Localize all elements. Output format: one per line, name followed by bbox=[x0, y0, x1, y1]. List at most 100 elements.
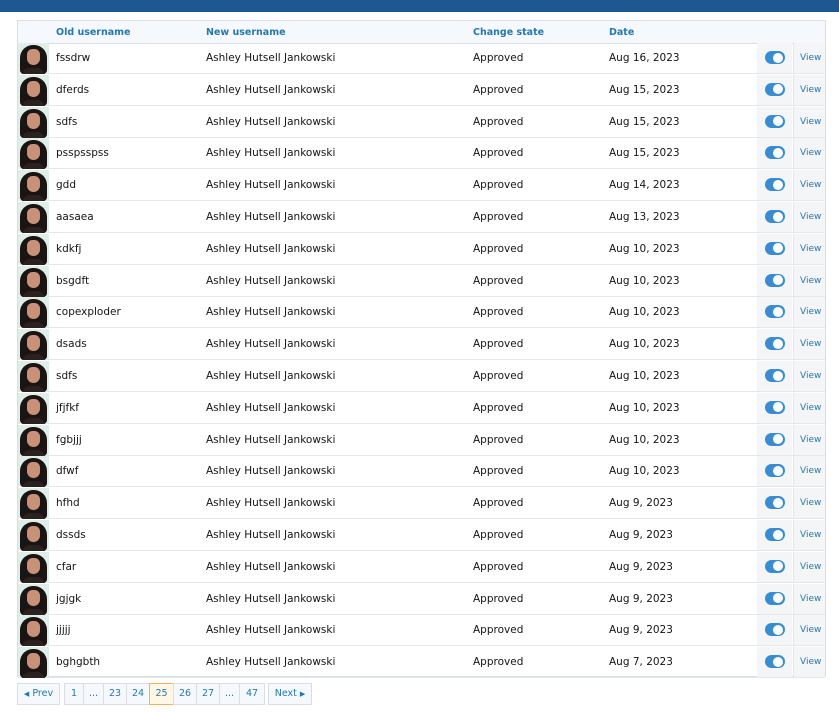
view-link[interactable]: View bbox=[800, 339, 821, 349]
select-toggle[interactable] bbox=[765, 51, 785, 64]
select-toggle[interactable] bbox=[765, 114, 785, 128]
view-link[interactable]: View bbox=[800, 371, 821, 381]
user-avatar[interactable] bbox=[18, 297, 49, 329]
select-toggle[interactable] bbox=[765, 273, 785, 287]
user-avatar[interactable] bbox=[18, 424, 49, 456]
header-change-state[interactable]: Change state bbox=[473, 27, 544, 38]
select-toggle[interactable] bbox=[765, 82, 785, 96]
select-toggle[interactable] bbox=[765, 337, 785, 351]
view-link[interactable]: View bbox=[800, 562, 821, 572]
user-avatar[interactable] bbox=[18, 551, 49, 583]
view-link[interactable]: View bbox=[800, 85, 821, 95]
page-link-23[interactable]: 23 bbox=[103, 683, 127, 705]
select-toggle[interactable] bbox=[765, 210, 785, 223]
next-page-button[interactable]: Next ▶ bbox=[268, 683, 312, 705]
select-toggle[interactable] bbox=[765, 496, 785, 510]
select-toggle[interactable] bbox=[765, 559, 785, 573]
view-cell: View bbox=[793, 202, 825, 232]
view-link[interactable]: View bbox=[800, 498, 821, 508]
view-link[interactable]: View bbox=[800, 307, 821, 317]
select-toggle[interactable] bbox=[765, 655, 785, 669]
avatar-shirt bbox=[22, 99, 45, 106]
avatar-shirt bbox=[22, 163, 45, 170]
select-toggle[interactable] bbox=[765, 400, 785, 414]
view-link[interactable]: View bbox=[800, 212, 821, 222]
user-avatar[interactable] bbox=[18, 583, 49, 615]
view-link[interactable]: View bbox=[800, 53, 821, 63]
view-link[interactable]: View bbox=[800, 594, 821, 604]
user-avatar[interactable] bbox=[18, 106, 49, 138]
header-old-username[interactable]: Old username bbox=[56, 27, 131, 38]
toggle-knob bbox=[773, 561, 783, 572]
view-link[interactable]: View bbox=[800, 657, 821, 667]
change-state-cell: Approved bbox=[473, 211, 524, 223]
toggle-knob bbox=[773, 116, 783, 127]
page-link-24[interactable]: 24 bbox=[126, 683, 150, 705]
user-avatar[interactable] bbox=[18, 520, 49, 551]
user-avatar[interactable] bbox=[18, 615, 49, 647]
toggle-knob bbox=[773, 306, 783, 317]
view-link[interactable]: View bbox=[800, 403, 821, 413]
header-date[interactable]: Date bbox=[609, 27, 634, 38]
select-toggle[interactable] bbox=[765, 146, 785, 160]
change-state-cell: Approved bbox=[473, 529, 524, 541]
view-link[interactable]: View bbox=[800, 117, 821, 127]
avatar-shirt bbox=[22, 576, 45, 583]
page-link-47[interactable]: 47 bbox=[239, 683, 265, 705]
user-avatar[interactable] bbox=[18, 202, 49, 233]
view-link[interactable]: View bbox=[800, 530, 821, 540]
avatar-shirt bbox=[22, 481, 45, 488]
user-avatar[interactable] bbox=[18, 138, 49, 170]
user-avatar[interactable] bbox=[18, 265, 49, 297]
user-avatar[interactable] bbox=[18, 329, 49, 361]
select-toggle[interactable] bbox=[765, 591, 785, 605]
user-avatar[interactable] bbox=[18, 392, 49, 424]
prev-page-button[interactable]: ◀ Prev bbox=[17, 683, 60, 705]
user-avatar[interactable] bbox=[18, 74, 49, 106]
user-avatar[interactable] bbox=[18, 488, 49, 520]
view-link[interactable]: View bbox=[800, 180, 821, 190]
user-avatar[interactable] bbox=[18, 43, 49, 74]
old-username-cell: jjjjj bbox=[56, 624, 71, 637]
old-username-cell: fssdrw bbox=[56, 52, 91, 64]
header-new-username[interactable]: New username bbox=[206, 27, 286, 38]
select-toggle[interactable] bbox=[765, 178, 785, 192]
toggle-cell bbox=[757, 138, 792, 169]
select-toggle[interactable] bbox=[765, 432, 785, 446]
change-state-cell: Approved bbox=[473, 433, 524, 446]
view-link[interactable]: View bbox=[800, 276, 821, 286]
view-link[interactable]: View bbox=[800, 466, 821, 476]
new-username-cell: Ashley Hutsell Jankowski bbox=[206, 338, 336, 351]
select-toggle[interactable] bbox=[765, 241, 785, 255]
table-row: sdfs Ashley Hutsell Jankowski Approved A… bbox=[18, 106, 825, 138]
avatar-shirt bbox=[22, 417, 45, 424]
user-avatar[interactable] bbox=[18, 170, 49, 202]
select-toggle[interactable] bbox=[765, 623, 785, 637]
user-avatar[interactable] bbox=[18, 233, 49, 265]
user-avatar[interactable] bbox=[18, 647, 49, 679]
toggle-knob bbox=[773, 211, 783, 222]
select-toggle[interactable] bbox=[765, 369, 785, 382]
select-toggle[interactable] bbox=[765, 464, 785, 478]
page-link-25-current[interactable]: 25 bbox=[149, 683, 174, 705]
change-state-cell: Approved bbox=[473, 401, 524, 414]
view-link[interactable]: View bbox=[800, 625, 821, 635]
page-link-1[interactable]: 1 bbox=[64, 683, 84, 705]
old-username-cell: dfwf bbox=[56, 465, 79, 478]
table-row: fssdrw Ashley Hutsell Jankowski Approved… bbox=[18, 43, 825, 74]
old-username-cell: cfar bbox=[56, 560, 77, 573]
user-avatar[interactable] bbox=[18, 361, 49, 392]
select-toggle[interactable] bbox=[765, 305, 785, 319]
page-link-27[interactable]: 27 bbox=[196, 683, 220, 705]
view-link[interactable]: View bbox=[800, 244, 821, 254]
select-toggle[interactable] bbox=[765, 528, 785, 541]
new-username-cell: Ashley Hutsell Jankowski bbox=[206, 592, 336, 605]
view-link[interactable]: View bbox=[800, 148, 821, 158]
user-avatar[interactable] bbox=[18, 456, 49, 488]
view-link[interactable]: View bbox=[800, 435, 821, 445]
avatar-face bbox=[27, 653, 40, 670]
new-username-cell: Ashley Hutsell Jankowski bbox=[206, 529, 336, 541]
new-username-cell: Ashley Hutsell Jankowski bbox=[206, 274, 336, 287]
date-cell: Aug 10, 2023 bbox=[609, 401, 680, 414]
page-link-26[interactable]: 26 bbox=[173, 683, 197, 705]
